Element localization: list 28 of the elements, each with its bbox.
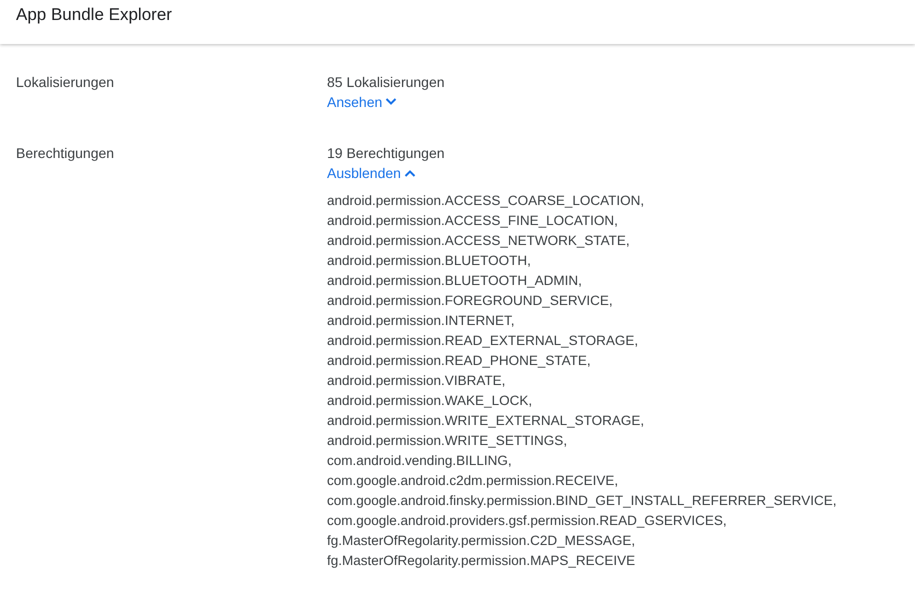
row-label: Berechtigungen xyxy=(16,144,116,163)
row-label: Lokalisierungen xyxy=(16,73,116,92)
permission-entry: android.permission.WRITE_SETTINGS, xyxy=(327,432,568,450)
toggle-link[interactable]: Ausblenden xyxy=(327,163,416,183)
permission-entry: com.android.vending.BILLING, xyxy=(327,452,513,470)
row-summary: 19 Berechtigungen xyxy=(327,144,445,163)
chevron-down-icon xyxy=(385,98,398,106)
permission-entry: fg.MasterOfRegolarity.permission.C2D_MESSAGE, xyxy=(327,532,636,550)
row-summary: 85 Lokalisierungen xyxy=(327,73,445,92)
toggle-link[interactable]: Ansehen xyxy=(327,92,398,112)
permission-entry: android.permission.ACCESS_COARSE_LOCATION, xyxy=(327,192,646,210)
permission-entry: android.permission.VIBRATE, xyxy=(327,372,506,390)
permission-entry: com.google.android.finsky.permission.BIND_GET_INSTALL_REFERRER_SERVICE, xyxy=(327,492,836,510)
chevron-up-icon xyxy=(404,169,416,177)
permission-entry: android.permission.BLUETOOTH, xyxy=(327,252,532,270)
permission-entry: android.permission.BLUETOOTH_ADMIN, xyxy=(327,272,583,290)
permission-entry: android.permission.WRITE_EXTERNAL_STORAGE, xyxy=(327,412,646,430)
permission-entry: android.permission.WAKE_LOCK, xyxy=(327,392,534,410)
permission-entry: android.permission.READ_PHONE_STATE, xyxy=(327,352,592,370)
permission-entry: fg.MasterOfRegolarity.permission.MAPS_RECEIVE xyxy=(327,552,636,570)
permission-entry: android.permission.ACCESS_FINE_LOCATION, xyxy=(327,212,619,230)
permission-entry: android.permission.ACCESS_NETWORK_STATE, xyxy=(327,232,631,250)
permission-entry: android.permission.INTERNET, xyxy=(327,312,516,330)
permission-entry: com.google.android.c2dm.permission.RECEIVE, xyxy=(327,472,620,490)
permission-entry: android.permission.FOREGROUND_SERVICE, xyxy=(327,292,614,310)
permission-entry: com.google.android.providers.gsf.permission.READ_GSERVICES, xyxy=(327,512,728,530)
window-title: App Bundle Explorer xyxy=(16,5,172,25)
permission-entry: android.permission.READ_EXTERNAL_STORAGE, xyxy=(327,332,640,350)
